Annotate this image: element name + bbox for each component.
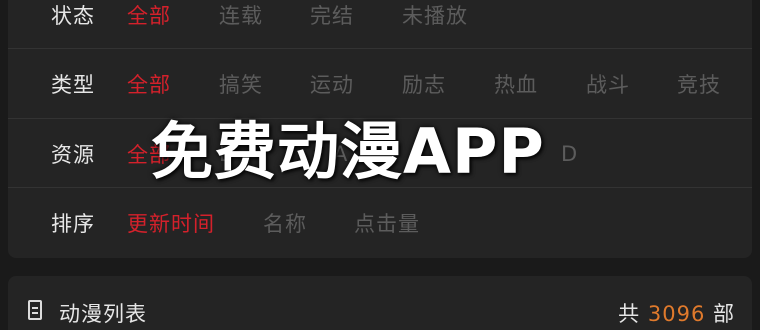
type-option-competitive[interactable]: 竞技	[677, 69, 721, 99]
list-count: 共 3096 部	[618, 298, 735, 328]
filter-row-status: 状态 全部 连载 完结 未播放	[8, 0, 752, 49]
page: 状态 全部 连载 完结 未播放 类型 全部 搞笑 运动 励志 热血 战斗 竞技 …	[0, 0, 760, 330]
status-option-completed[interactable]: 完结	[310, 0, 354, 30]
status-option-ongoing[interactable]: 连载	[219, 0, 263, 30]
type-option-battle[interactable]: 战斗	[586, 69, 630, 99]
anime-list-header: 动漫列表 共 3096 部	[8, 276, 752, 330]
sort-option-name[interactable]: 名称	[263, 208, 307, 238]
source-option-d[interactable]: D	[561, 142, 578, 166]
list-title: 动漫列表	[59, 302, 147, 326]
sort-option-clicks[interactable]: 点击量	[354, 208, 420, 238]
filter-label-source: 资源	[51, 142, 95, 167]
filter-label-status: 状态	[51, 3, 95, 28]
filter-label-sort: 排序	[51, 211, 95, 236]
status-option-all[interactable]: 全部	[127, 0, 171, 30]
type-option-inspirational[interactable]: 励志	[402, 69, 446, 99]
filter-label-type: 类型	[51, 72, 95, 97]
overlay-title: 免费动漫APP	[151, 115, 545, 188]
sort-option-update-time[interactable]: 更新时间	[127, 208, 215, 238]
count-prefix: 共	[618, 302, 641, 326]
type-option-sports[interactable]: 运动	[310, 69, 354, 99]
type-option-comedy[interactable]: 搞笑	[219, 69, 263, 99]
count-number: 3096	[647, 302, 706, 326]
count-suffix: 部	[713, 302, 735, 326]
filter-row-type: 类型 全部 搞笑 运动 励志 热血 战斗 竞技	[8, 49, 752, 118]
type-option-hot-blooded[interactable]: 热血	[494, 69, 538, 99]
document-list-icon	[28, 300, 42, 320]
filter-row-sort: 排序 更新时间 名称 点击量	[8, 188, 752, 257]
type-option-all[interactable]: 全部	[127, 69, 171, 99]
status-option-not-aired[interactable]: 未播放	[402, 0, 468, 30]
